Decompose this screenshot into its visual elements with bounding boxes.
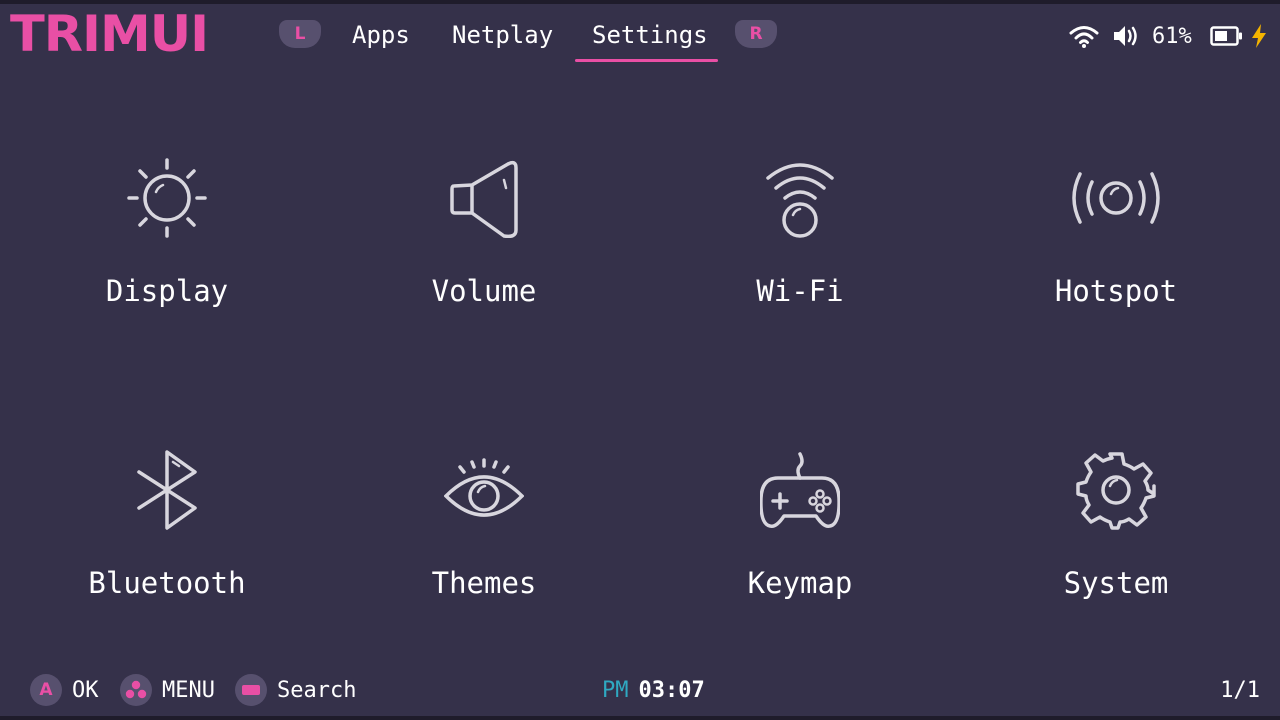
settings-item-label: Themes (431, 566, 537, 600)
settings-item-display[interactable]: Display (17, 158, 317, 358)
settings-item-wifi[interactable]: Wi-Fi (650, 158, 950, 358)
search-button-hint[interactable] (235, 674, 267, 706)
a-button-hint[interactable]: A (30, 674, 62, 706)
bottom-frame-edge (0, 716, 1280, 720)
settings-item-hotspot[interactable]: Hotspot (966, 158, 1266, 358)
select-bar-icon (242, 685, 260, 695)
gamepad-icon (760, 450, 840, 530)
volume-percent-text: 61% (1152, 23, 1192, 49)
settings-item-system[interactable]: System (966, 450, 1266, 650)
settings-item-label: Volume (431, 274, 537, 308)
status-charging-icon (1250, 18, 1268, 54)
clock-ampm: PM (602, 677, 629, 703)
gear-icon (1076, 450, 1156, 530)
wifi-icon (760, 158, 840, 238)
clock-time: 03:07 (638, 677, 705, 703)
menu-dots-icon (125, 680, 147, 699)
settings-item-label: Display (105, 274, 229, 308)
sun-icon (127, 158, 207, 238)
menu-button-hint[interactable] (120, 674, 152, 706)
status-speaker-icon (1112, 18, 1140, 54)
eye-icon (444, 450, 524, 530)
settings-item-bluetooth[interactable]: Bluetooth (17, 450, 317, 650)
wifi-icon (1069, 26, 1099, 48)
speaker-icon (1114, 26, 1137, 46)
bluetooth-icon (127, 450, 207, 530)
menu-hint-label: MENU (162, 677, 215, 703)
ok-hint-label: OK (72, 677, 99, 703)
settings-item-volume[interactable]: Volume (334, 158, 634, 358)
search-hint-label: Search (277, 677, 357, 703)
battery-icon (1210, 26, 1242, 46)
charging-bolt-icon (1252, 24, 1266, 48)
a-button-glyph: A (39, 680, 53, 700)
settings-item-themes[interactable]: Themes (334, 450, 634, 650)
settings-item-keymap[interactable]: Keymap (650, 450, 950, 650)
tab-netplay[interactable]: Netplay (452, 14, 553, 56)
settings-item-label: Wi-Fi (756, 274, 844, 308)
tab-settings[interactable]: Settings (592, 14, 708, 56)
settings-item-label: Hotspot (1054, 274, 1178, 308)
status-battery-icon (1210, 18, 1244, 54)
status-volume-percent: 61% (1152, 18, 1192, 54)
speaker-icon (444, 158, 524, 238)
top-frame-edge (0, 0, 1280, 4)
right-shoulder-button[interactable]: R (735, 20, 777, 48)
hotspot-icon (1066, 158, 1166, 238)
clock: PM 03:07 (602, 672, 705, 708)
settings-item-label: System (1063, 566, 1169, 600)
page-indicator: 1/1 (1220, 677, 1260, 703)
settings-item-label: Keymap (747, 566, 853, 600)
active-tab-indicator (575, 59, 718, 62)
settings-item-label: Bluetooth (88, 566, 246, 600)
trimui-logo: TRIMUI (10, 5, 209, 63)
status-wifi-icon (1068, 18, 1100, 54)
left-shoulder-button[interactable]: L (279, 20, 321, 48)
tab-apps[interactable]: Apps (352, 14, 410, 56)
